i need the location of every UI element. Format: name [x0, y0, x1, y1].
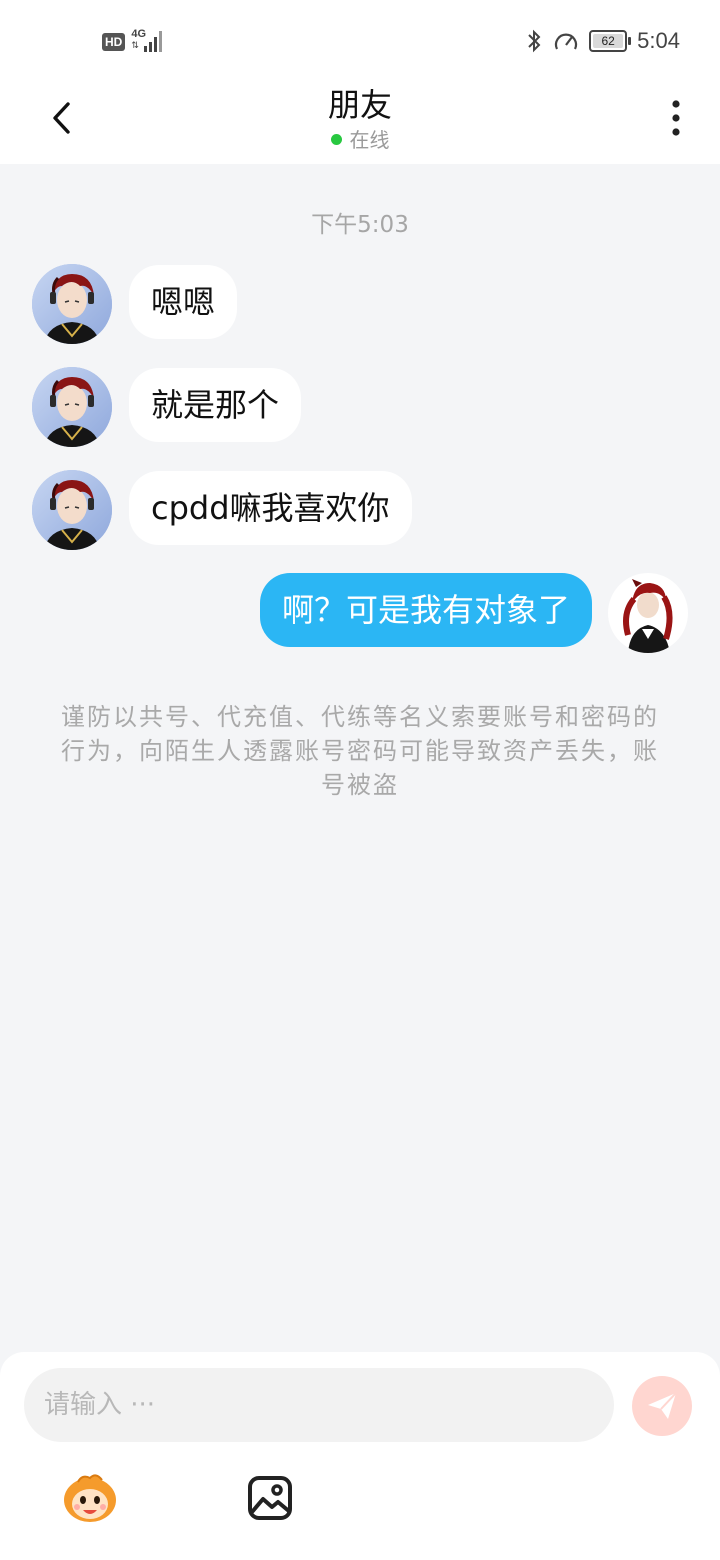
more-options-icon[interactable] [664, 98, 688, 138]
battery-level: 62 [601, 34, 615, 48]
message-input[interactable] [24, 1368, 614, 1442]
send-button[interactable] [632, 1376, 692, 1436]
message-bubble[interactable]: 就是那个 [129, 368, 302, 442]
online-dot-icon [330, 134, 342, 145]
speedometer-icon [555, 33, 578, 50]
presence-label: 在线 [349, 128, 390, 152]
chat-title: 朋友 [327, 86, 392, 124]
security-warning: 谨防以共号、代充值、代练等名义索要账号和密码的行为，向陌生人透露账号密码可能导致… [61, 703, 659, 799]
message-row: 啊？可是我有对象了 [0, 573, 720, 653]
friend-avatar[interactable] [32, 367, 112, 447]
chat-header: 朋友 在线 [0, 80, 720, 164]
message-row: 就是那个 [0, 367, 720, 447]
status-left: HD 4G ⇅ [102, 28, 167, 54]
composer-bar [0, 1352, 720, 1560]
my-avatar[interactable] [608, 573, 688, 653]
bluetooth-icon [528, 29, 541, 53]
clock: 5:04 [637, 28, 680, 53]
send-icon [648, 1392, 677, 1419]
image-icon[interactable] [246, 1474, 294, 1522]
friend-avatar[interactable] [32, 470, 112, 550]
message-row: 嗯嗯 [0, 264, 720, 344]
signal-icon: 4G ⇅ [131, 28, 167, 54]
status-bar: HD 4G ⇅ 62 5:04 [0, 0, 720, 80]
message-row: cpdd嘛我喜欢你 [0, 470, 720, 550]
chat-timestamp: 下午5:03 [311, 212, 409, 238]
friend-avatar[interactable] [32, 264, 112, 344]
message-bubble[interactable]: cpdd嘛我喜欢你 [129, 471, 412, 545]
hd-icon: HD [102, 33, 126, 51]
status-right: 62 5:04 [525, 28, 680, 54]
data-arrows-icon: ⇅ [131, 41, 139, 51]
my-message-bubble[interactable]: 啊？可是我有对象了 [259, 573, 592, 647]
presence-status: 在线 [0, 124, 720, 153]
message-bubble[interactable]: 嗯嗯 [129, 265, 238, 339]
signal-bars [144, 30, 163, 52]
emoji-icon[interactable] [60, 1472, 120, 1524]
battery-icon: 62 [589, 30, 632, 52]
